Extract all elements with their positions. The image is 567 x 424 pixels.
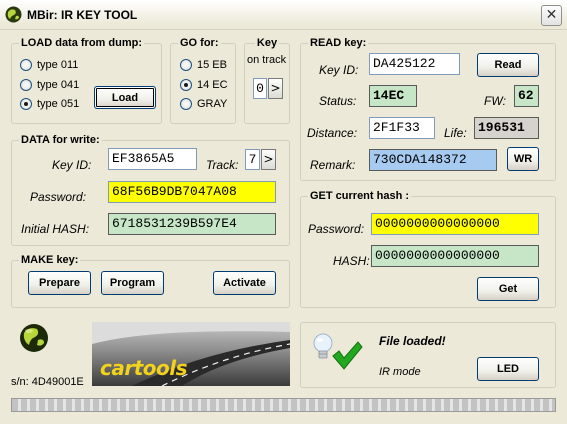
close-icon: ✕ (545, 7, 558, 23)
serial-number: s/n: 4D49001E (11, 376, 84, 388)
initial-hash-label: Initial HASH: (21, 222, 90, 236)
led-button-label: LED (497, 363, 519, 375)
radio-label: 14 EC (197, 79, 228, 91)
distance-field: 2F1F33 (369, 117, 435, 139)
prepare-button-label: Prepare (39, 277, 80, 289)
write-key-id-field[interactable]: EF3865A5 (108, 148, 197, 170)
remark-label: Remark: (310, 158, 356, 172)
hash-password-label: Password: (308, 222, 365, 236)
radio-label: type 011 (37, 59, 79, 71)
mode-text: IR mode (379, 366, 421, 378)
life-field: 196531 (474, 117, 539, 139)
radio-icon (180, 98, 192, 110)
brand-logo-text: cartools (100, 356, 188, 380)
read-button-label: Read (494, 59, 522, 71)
current-hash-field: 0000000000000000 (371, 245, 539, 267)
load-button[interactable]: Load (94, 86, 156, 109)
hash-label: HASH: (333, 254, 370, 268)
globe-logo-icon (20, 324, 48, 352)
radio-type-051[interactable]: type 051 (20, 98, 79, 110)
app-globe-icon (5, 6, 22, 23)
title-bar[interactable]: MBir: IR KEY TOOL ✕ (0, 0, 567, 30)
key-group-title: Key (254, 37, 280, 49)
radio-selected-icon (180, 79, 192, 91)
key-track-value[interactable]: 0 (253, 78, 267, 99)
read-group-title: READ key: (308, 37, 369, 49)
program-button-label: Program (109, 277, 156, 289)
track-label: Track: (206, 158, 239, 172)
wr-button-label: WR (513, 153, 533, 165)
radio-type-011[interactable]: type 011 (20, 59, 78, 71)
radio-icon (20, 79, 32, 91)
radio-selected-icon (20, 98, 32, 110)
status-field: 14EC (369, 85, 417, 107)
program-button[interactable]: Program (101, 271, 164, 295)
write-group-title: DATA for write: (19, 134, 102, 146)
initial-hash-field[interactable]: 6718531239B597E4 (108, 213, 276, 235)
radio-label: type 041 (37, 79, 80, 91)
radio-15eb[interactable]: 15 EB (180, 59, 227, 71)
key-next-button[interactable]: > (268, 78, 283, 99)
radio-gray[interactable]: GRAY (180, 98, 227, 110)
write-key-id-label: Key ID: (52, 158, 92, 172)
track-next-button[interactable]: > (261, 149, 276, 170)
radio-14ec[interactable]: 14 EC (180, 79, 228, 91)
key-subtitle: on track (247, 54, 287, 66)
write-password-field[interactable]: 68F56B9DB7047A08 (108, 181, 276, 203)
read-button[interactable]: Read (477, 53, 539, 77)
load-group-title: LOAD data from dump: (19, 37, 144, 49)
wr-button[interactable]: WR (507, 147, 539, 171)
go-group-title: GO for: (178, 37, 221, 49)
hash-group-title: GET current hash : (308, 190, 412, 202)
radio-type-041[interactable]: type 041 (20, 79, 79, 91)
window-title: MBir: IR KEY TOOL (27, 8, 138, 22)
brand-banner: cartools (92, 322, 290, 386)
track-value[interactable]: 7 (245, 149, 260, 170)
status-label: Status: (319, 94, 357, 108)
make-group-title: MAKE key: (19, 254, 81, 266)
get-button[interactable]: Get (477, 277, 539, 301)
life-label: Life: (444, 126, 467, 140)
progress-bar (11, 398, 556, 412)
fw-field: 62 (514, 85, 539, 107)
led-button[interactable]: LED (477, 357, 539, 381)
activate-button-label: Activate (223, 277, 266, 289)
fw-label: FW: (484, 94, 506, 108)
remark-field: 730CDA148372 (369, 149, 497, 171)
checkmark-icon (332, 341, 363, 370)
status-message: File loaded! (379, 334, 446, 348)
activate-button[interactable]: Activate (213, 271, 276, 295)
radio-icon (20, 59, 32, 71)
radio-label: 15 EB (197, 59, 227, 71)
distance-label: Distance: (307, 126, 358, 140)
read-key-id-field[interactable]: DA425122 (369, 53, 460, 75)
close-button[interactable]: ✕ (541, 5, 562, 26)
hash-password-field[interactable]: 0000000000000000 (371, 213, 539, 235)
radio-label: type 051 (37, 98, 80, 110)
radio-icon (180, 59, 192, 71)
prepare-button[interactable]: Prepare (28, 271, 91, 295)
write-password-label: Password: (30, 190, 87, 204)
get-button-label: Get (498, 283, 518, 295)
radio-label: GRAY (197, 98, 228, 110)
read-key-id-label: Key ID: (319, 63, 359, 77)
load-button-label: Load (111, 91, 139, 104)
